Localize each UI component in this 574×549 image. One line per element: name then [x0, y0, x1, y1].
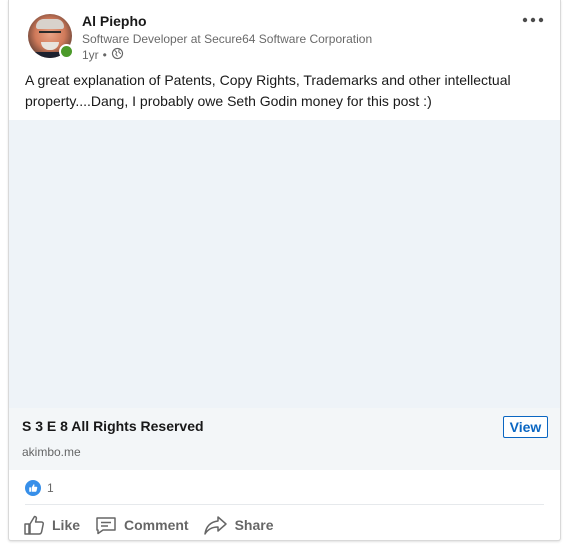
- author-name[interactable]: Al Piepho: [82, 13, 147, 29]
- view-button[interactable]: View: [503, 416, 548, 438]
- post-commentary: A great explanation of Patents, Copy Rig…: [25, 72, 511, 109]
- globe-icon: [111, 47, 124, 63]
- comment-button[interactable]: Comment: [94, 513, 189, 537]
- ellipsis-icon: [522, 17, 544, 23]
- more-options-button[interactable]: [519, 12, 547, 28]
- article-source: akimbo.me: [22, 445, 81, 459]
- avatar-beard: [41, 42, 59, 50]
- feed-post-card: Al Piepho Software Developer at Secure64…: [8, 0, 561, 541]
- article-image-placeholder[interactable]: [9, 120, 560, 408]
- like-label: Like: [52, 517, 81, 533]
- share-button[interactable]: Share: [203, 513, 274, 537]
- social-actions-bar: Like Comment Share: [22, 510, 288, 540]
- reactions-count[interactable]: 1: [25, 479, 54, 497]
- share-label: Share: [234, 517, 274, 533]
- online-status-indicator: [59, 44, 74, 59]
- article-title[interactable]: S 3 E 8 All Rights Reserved: [22, 418, 204, 434]
- actions-divider: [25, 504, 544, 505]
- comment-icon: [96, 517, 116, 535]
- comment-label: Comment: [124, 517, 189, 533]
- post-meta: 1yr •: [82, 47, 124, 63]
- meta-separator: •: [102, 48, 107, 62]
- thumbs-up-icon: [25, 480, 41, 496]
- post-age: 1yr: [82, 48, 99, 62]
- like-button[interactable]: Like: [22, 513, 80, 537]
- avatar-hair: [36, 19, 64, 29]
- share-icon: [203, 516, 227, 535]
- author-headline: Software Developer at Secure64 Software …: [82, 32, 373, 46]
- avatar-glasses: [39, 31, 61, 39]
- reactions-count-value: 1: [47, 481, 54, 495]
- like-icon: [24, 515, 45, 535]
